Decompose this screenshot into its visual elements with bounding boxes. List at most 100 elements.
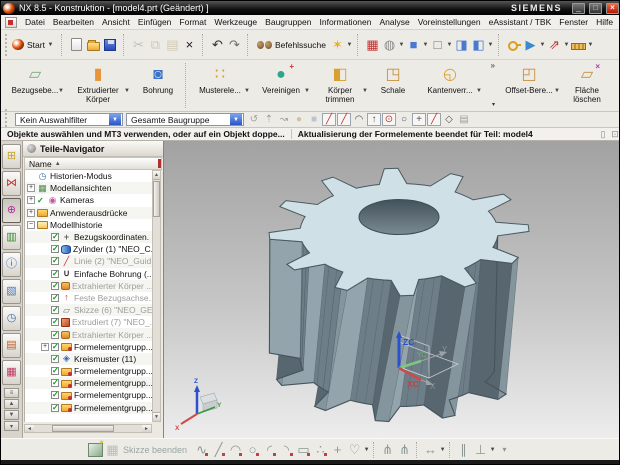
- snap-intersection[interactable]: ↑: [367, 113, 381, 126]
- assembly-navigator-tab[interactable]: ⊞: [2, 144, 21, 169]
- panel-menu-button[interactable]: ≡: [4, 388, 19, 398]
- maximize-button[interactable]: □: [589, 3, 602, 14]
- tree-item-checkbox[interactable]: [51, 379, 59, 387]
- tree-item-checkbox[interactable]: [51, 355, 59, 363]
- tree-item-checkbox[interactable]: [51, 282, 59, 290]
- parallel-constraint-tool[interactable]: ∥: [455, 441, 472, 459]
- selection-filter-select[interactable]: Kein Auswahlfilter ▼: [15, 113, 123, 126]
- chevron-down-icon[interactable]: ▼: [304, 87, 310, 96]
- chevron-down-icon[interactable]: ▼: [539, 42, 546, 48]
- tree-item-row[interactable]: Formelementgrupp...: [25, 365, 152, 377]
- tree-item-row[interactable]: Extrahierter Körper ...: [25, 280, 152, 292]
- tree-item-checkbox[interactable]: [51, 257, 59, 265]
- chevron-down-icon[interactable]: ▼: [563, 42, 570, 48]
- tree-item-checkbox[interactable]: [51, 294, 59, 302]
- tree-item-checkbox[interactable]: [51, 318, 59, 326]
- chevron-down-icon[interactable]: ▼: [487, 42, 494, 48]
- snap-stack[interactable]: ▤: [457, 113, 471, 126]
- chevron-down-icon[interactable]: ▼: [398, 42, 405, 48]
- tree-item-row[interactable]: +✓◉Kameras: [25, 194, 152, 206]
- tree-item-checkbox[interactable]: [51, 233, 59, 241]
- chevron-down-icon[interactable]: ▼: [554, 87, 560, 96]
- snap-mid-point[interactable]: ╱: [337, 113, 351, 126]
- line-tool[interactable]: ╱: [210, 441, 227, 459]
- tree-item-row[interactable]: ▱Skizze (6) "NEO_GE...: [25, 304, 152, 316]
- tree-item-row[interactable]: +▦Modellansichten: [25, 182, 152, 194]
- circle-tool[interactable]: ○: [244, 441, 261, 459]
- chevron-down-icon[interactable]: ▼: [363, 447, 370, 453]
- tree-item-checkbox[interactable]: [51, 343, 59, 351]
- tree-vertical-scrollbar[interactable]: ▲ ▼: [152, 170, 161, 422]
- tree-item-row[interactable]: Zylinder (1) "NEO_C...: [25, 243, 152, 255]
- chevron-down-icon[interactable]: ▼: [422, 42, 429, 48]
- chamfer-tool[interactable]: ◝: [278, 441, 295, 459]
- flaeche-loeschen-button[interactable]: ▱×Flächelöschen: [561, 61, 613, 110]
- open-file-button[interactable]: [85, 35, 102, 55]
- fit-view-button[interactable]: ▦: [364, 35, 381, 55]
- roles-tab[interactable]: ▦: [2, 360, 21, 385]
- key-button[interactable]: [505, 35, 522, 55]
- menu-item-eassistanttbk[interactable]: eAssistant / TBK: [485, 16, 556, 28]
- chevron-down-icon[interactable]: ▼: [109, 114, 121, 125]
- profile-tool[interactable]: ∿: [193, 441, 210, 459]
- bezugsebene-button[interactable]: ▱Bezugsebe...▼: [5, 61, 65, 110]
- sketch-grid-button[interactable]: ▦: [104, 441, 121, 459]
- tree-item-row[interactable]: ╱Linie (2) "NEO_Guid...: [25, 255, 152, 267]
- chevron-down-icon[interactable]: ▼: [446, 42, 453, 48]
- snap-quadrant[interactable]: ○: [397, 113, 411, 126]
- kantenverrundung-button[interactable]: ◵Kantenverr...▼: [417, 61, 483, 110]
- select-cube[interactable]: ■: [307, 113, 321, 126]
- tree-item-row[interactable]: Formelementgrupp...: [25, 402, 152, 414]
- chevron-down-icon[interactable]: ▼: [346, 42, 353, 48]
- details-tab[interactable]: ▤: [2, 333, 21, 358]
- musterelement-button[interactable]: ∷Musterele...▼: [189, 61, 251, 110]
- scrollbar-thumb[interactable]: [52, 425, 114, 432]
- playback-button[interactable]: ▶: [522, 35, 539, 55]
- overflow-arrow-icon[interactable]: ▾: [492, 101, 495, 108]
- menu-item-datei[interactable]: Datei: [21, 16, 49, 28]
- menu-item-einfgen[interactable]: Einfügen: [134, 16, 176, 28]
- delete-button[interactable]: ×: [181, 35, 198, 55]
- menu-item-format[interactable]: Format: [175, 16, 210, 28]
- overflow-chevron-icon[interactable]: »: [491, 61, 495, 70]
- minimize-button[interactable]: _: [572, 3, 585, 14]
- rectangle-tool[interactable]: ▭: [295, 441, 312, 459]
- roles-star-button[interactable]: ✶: [329, 35, 346, 55]
- snap-end-point[interactable]: ╱: [322, 113, 336, 126]
- vereinigen-button[interactable]: ●+Vereinigen▼: [251, 61, 311, 110]
- save-button[interactable]: [102, 35, 119, 55]
- menu-item-analyse[interactable]: Analyse: [375, 16, 413, 28]
- finish-sketch-button[interactable]: [87, 441, 104, 459]
- undo-button[interactable]: ↶: [209, 35, 226, 55]
- tree-horizontal-scrollbar[interactable]: ◄ ►: [24, 424, 152, 433]
- tree-item-row[interactable]: Extrahierter Körper ...: [25, 328, 152, 340]
- select-rotate[interactable]: ↝: [277, 113, 291, 126]
- pin-icon[interactable]: [27, 144, 36, 153]
- scroll-left-icon[interactable]: ◄: [25, 425, 34, 432]
- menu-item-voreinstellungen[interactable]: Voreinstellungen: [414, 16, 485, 28]
- panel-collapse-button[interactable]: ▾: [4, 421, 19, 431]
- tree-item-checkbox[interactable]: [51, 367, 59, 375]
- polygon-tool[interactable]: ∴: [312, 441, 329, 459]
- history-palette-tab[interactable]: ▧: [2, 279, 21, 304]
- tree-item-row[interactable]: ∪Einfache Bohrung (...: [25, 268, 152, 280]
- select-ball[interactable]: ●: [292, 113, 306, 126]
- web-browser-tab[interactable]: ⓘ: [2, 252, 21, 277]
- status-grid-icon[interactable]: ⊡: [609, 129, 620, 140]
- tree-column-header[interactable]: Name ▲: [24, 157, 162, 170]
- scroll-right-icon[interactable]: ►: [142, 425, 151, 432]
- menu-item-fenster[interactable]: Fenster: [555, 16, 592, 28]
- tree-item-row[interactable]: −Modellhistorie: [25, 219, 152, 231]
- tree-expand-toggle[interactable]: +: [41, 343, 49, 351]
- chevron-down-icon[interactable]: ▼: [362, 87, 368, 96]
- constraint-navigator-tab[interactable]: ⋈: [2, 171, 21, 196]
- panel-up-button[interactable]: ▲: [4, 399, 19, 409]
- menu-item-bearbeiten[interactable]: Bearbeiten: [49, 16, 98, 28]
- arc-tool[interactable]: ◠: [227, 441, 244, 459]
- tree-item-checkbox[interactable]: [51, 391, 59, 399]
- offset-bereich-button[interactable]: ◰Offset-Bere...▼: [497, 61, 561, 110]
- clip-section-button[interactable]: ◨: [453, 35, 470, 55]
- menu-item-hilfe[interactable]: Hilfe: [592, 16, 617, 28]
- cut-button[interactable]: ✂: [130, 35, 147, 55]
- perpendicular-constraint-tool[interactable]: ⊥: [472, 441, 489, 459]
